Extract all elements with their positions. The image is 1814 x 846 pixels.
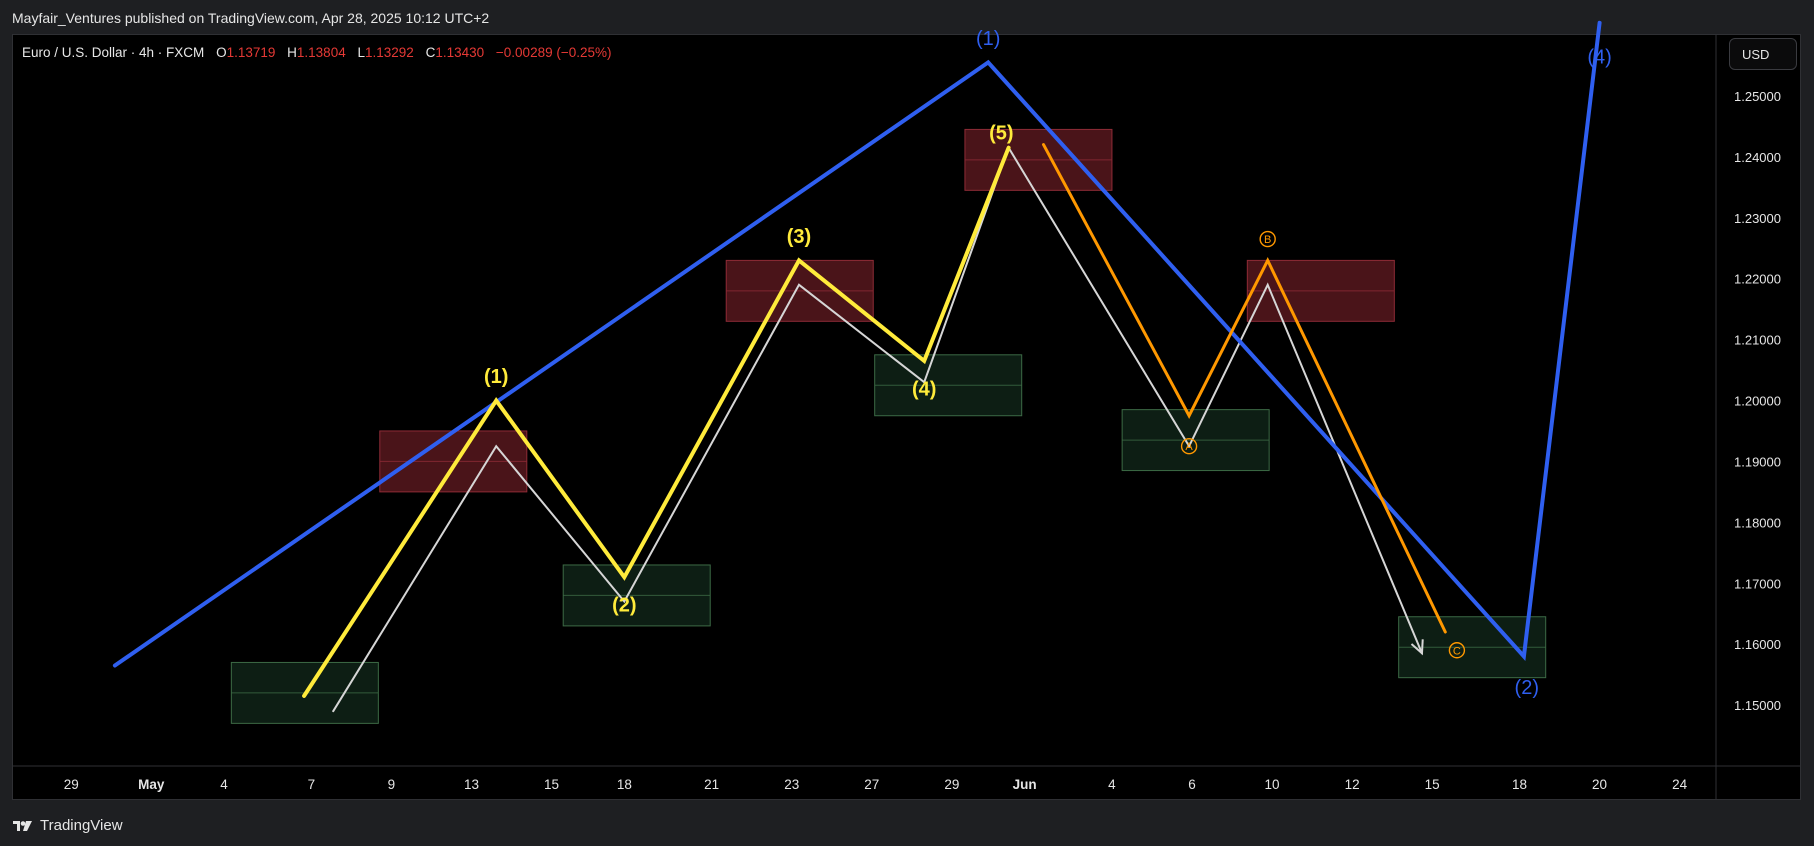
low-value: 1.13292 — [365, 45, 414, 60]
time-tick-label: 6 — [1188, 777, 1196, 792]
series — [112, 20, 1602, 713]
time-tick-label: 21 — [704, 777, 719, 792]
price-tick-label: 1.22000 — [1734, 272, 1781, 287]
time-tick-label: 15 — [544, 777, 559, 792]
price-tick-label: 1.16000 — [1734, 637, 1781, 652]
footer: TradingView — [0, 800, 1814, 846]
wave-label-blue[interactable]: (2) — [1515, 677, 1539, 699]
close-value: 1.13430 — [435, 45, 485, 60]
time-tick-label: 24 — [1672, 777, 1688, 792]
price-tick-label: 1.21000 — [1734, 333, 1781, 348]
time-tick-label: 13 — [464, 777, 479, 792]
wave-label-yellow[interactable]: (4) — [912, 378, 936, 400]
time-tick-label: Jun — [1013, 777, 1037, 792]
time-tick-label: 4 — [220, 777, 228, 792]
symbol-name[interactable]: Euro / U.S. Dollar · 4h · FXCM — [22, 45, 204, 60]
time-tick-label: 20 — [1592, 777, 1607, 792]
price-tick-label: 1.17000 — [1734, 576, 1781, 591]
time-tick-label: 15 — [1425, 777, 1440, 792]
currency-button[interactable]: USD — [1729, 38, 1797, 70]
tradingview-logo[interactable]: TradingView — [12, 817, 123, 834]
time-tick-label: 18 — [617, 777, 632, 792]
price-tick-label: 1.25000 — [1734, 89, 1781, 104]
time-tick-label: 12 — [1345, 777, 1360, 792]
wave-label-yellow[interactable]: (2) — [612, 595, 636, 617]
time-tick-label: 4 — [1108, 777, 1116, 792]
tradingview-brand: TradingView — [40, 817, 123, 834]
high-value: 1.13804 — [296, 45, 346, 60]
low-label: L — [357, 45, 365, 60]
symbol-legend: Euro / U.S. Dollar · 4h · FXCM O1.13719 … — [22, 45, 612, 60]
close-label: C — [425, 45, 436, 60]
time-tick-label: 9 — [388, 777, 396, 792]
price-tick-label: 1.19000 — [1734, 454, 1781, 469]
price-tick-label: 1.24000 — [1734, 150, 1781, 165]
open-value: 1.13719 — [226, 45, 276, 60]
price-tick-label: 1.20000 — [1734, 394, 1781, 409]
high-label: H — [287, 45, 297, 60]
wave-label-yellow[interactable]: (1) — [484, 366, 508, 388]
wave-line-higher-degree[interactable] — [112, 20, 1602, 668]
price-tick-label: 1.23000 — [1734, 211, 1781, 226]
time-tick-label: 29 — [944, 777, 959, 792]
wave-label-c[interactable]: C — [1453, 645, 1461, 657]
wave-label-blue[interactable]: (1) — [976, 28, 1000, 50]
time-tick-label: 10 — [1265, 777, 1280, 792]
time-tick-label: 27 — [864, 777, 879, 792]
time-tick-label: 7 — [308, 777, 316, 792]
wave-label-blue[interactable]: (4) — [1587, 46, 1611, 68]
wave-label-a[interactable]: A — [1185, 441, 1193, 453]
tradingview-logo-icon — [13, 820, 32, 831]
price-tick-label: 1.15000 — [1734, 698, 1781, 713]
price-tick-label: 1.18000 — [1734, 515, 1781, 530]
time-tick-label: May — [138, 777, 165, 792]
chart-svg[interactable]: 1.25000 1.24000 1.23000 1.22000 1.21000 1.200… — [0, 0, 1814, 846]
time-tick-label: 29 — [64, 777, 79, 792]
time-tick-label: 18 — [1512, 777, 1527, 792]
wave-label-yellow[interactable]: (5) — [989, 122, 1013, 144]
change-value: −0.00289 (−0.25%) — [495, 45, 612, 60]
time-tick-label: 23 — [784, 777, 799, 792]
open-label: O — [216, 45, 227, 60]
wave-label-yellow[interactable]: (3) — [787, 226, 811, 248]
wave-label-b[interactable]: B — [1264, 234, 1271, 246]
wave-line-correction[interactable] — [1042, 143, 1447, 634]
